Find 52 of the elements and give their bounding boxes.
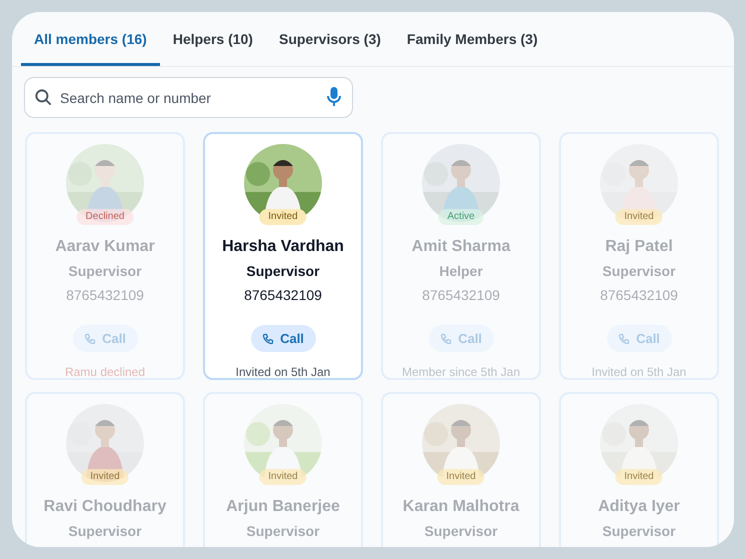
status-badge: Active — [438, 209, 484, 225]
member-card[interactable]: Declined Aarav Kumar Supervisor 8765432109 Call Ramu declined — [25, 132, 185, 380]
member-role: Helper — [439, 262, 483, 280]
status-badge: Invited — [259, 469, 307, 485]
member-role: Supervisor — [246, 522, 320, 540]
status-note: Invited on 5th Jan — [592, 364, 686, 380]
call-button[interactable]: Call — [250, 325, 316, 352]
phone-icon — [262, 332, 274, 344]
status-note: Ramu declined — [64, 364, 146, 380]
member-role: Supervisor — [602, 522, 676, 540]
status-badge: Declined — [76, 209, 134, 225]
phone-number: 8765432109 — [422, 286, 500, 304]
member-role: Supervisor — [246, 262, 320, 280]
member-name: Aarav Kumar — [55, 237, 155, 257]
microphone-icon[interactable] — [327, 87, 341, 107]
phone-number: 8765432109 — [244, 286, 322, 304]
member-name: Amit Sharma — [412, 237, 510, 257]
phone-icon — [84, 332, 96, 344]
member-name: Raj Patel — [605, 237, 673, 257]
member-card[interactable]: Invited Arjun Banerjee Supervisor — [203, 392, 363, 547]
phone-number: 8765432109 — [600, 286, 678, 304]
tab[interactable]: Family Members (3) — [394, 12, 551, 66]
member-card[interactable]: Invited Ravi Choudhary Supervisor — [25, 392, 185, 547]
member-role: Supervisor — [68, 522, 142, 540]
tab[interactable]: Helpers (10) — [160, 12, 266, 66]
status-note: Member since 5th Jan — [402, 364, 520, 380]
member-name: Arjun Banerjee — [226, 497, 340, 517]
member-card[interactable]: Invited Aditya Iyer Supervisor — [559, 392, 719, 547]
member-card[interactable]: Active Amit Sharma Helper 8765432109 Call Member since 5th Jan — [381, 132, 541, 380]
status-badge: Invited — [437, 469, 485, 485]
member-card[interactable]: Invited Karan Malhotra Supervisor — [381, 392, 541, 547]
status-badge: Invited — [615, 469, 663, 485]
search-icon — [34, 88, 53, 107]
phone-icon — [618, 332, 630, 344]
member-role: Supervisor — [602, 262, 676, 280]
phone-icon — [440, 332, 452, 344]
status-note: Invited on 5th Jan — [236, 364, 330, 380]
tab[interactable]: Supervisors (3) — [266, 12, 394, 66]
member-name: Aditya Iyer — [598, 497, 680, 517]
phone-number: 8765432109 — [66, 286, 144, 304]
member-name: Karan Malhotra — [402, 497, 520, 517]
member-role: Supervisor — [424, 522, 498, 540]
tab[interactable]: All members (16) — [21, 12, 160, 66]
status-badge: Invited — [259, 209, 307, 225]
status-badge: Invited — [81, 469, 129, 485]
status-badge: Invited — [615, 209, 663, 225]
member-card[interactable]: Invited Raj Patel Supervisor 8765432109 Call Invited on 5th Jan — [559, 132, 719, 380]
member-role: Supervisor — [68, 262, 142, 280]
member-name: Ravi Choudhary — [44, 497, 166, 517]
member-card[interactable]: Invited Harsha Vardhan Supervisor 8765432109 Call Invited on 5th Jan — [203, 132, 363, 380]
search-field[interactable]: Search name or number — [24, 77, 353, 118]
member-name: Harsha Vardhan — [222, 237, 344, 257]
